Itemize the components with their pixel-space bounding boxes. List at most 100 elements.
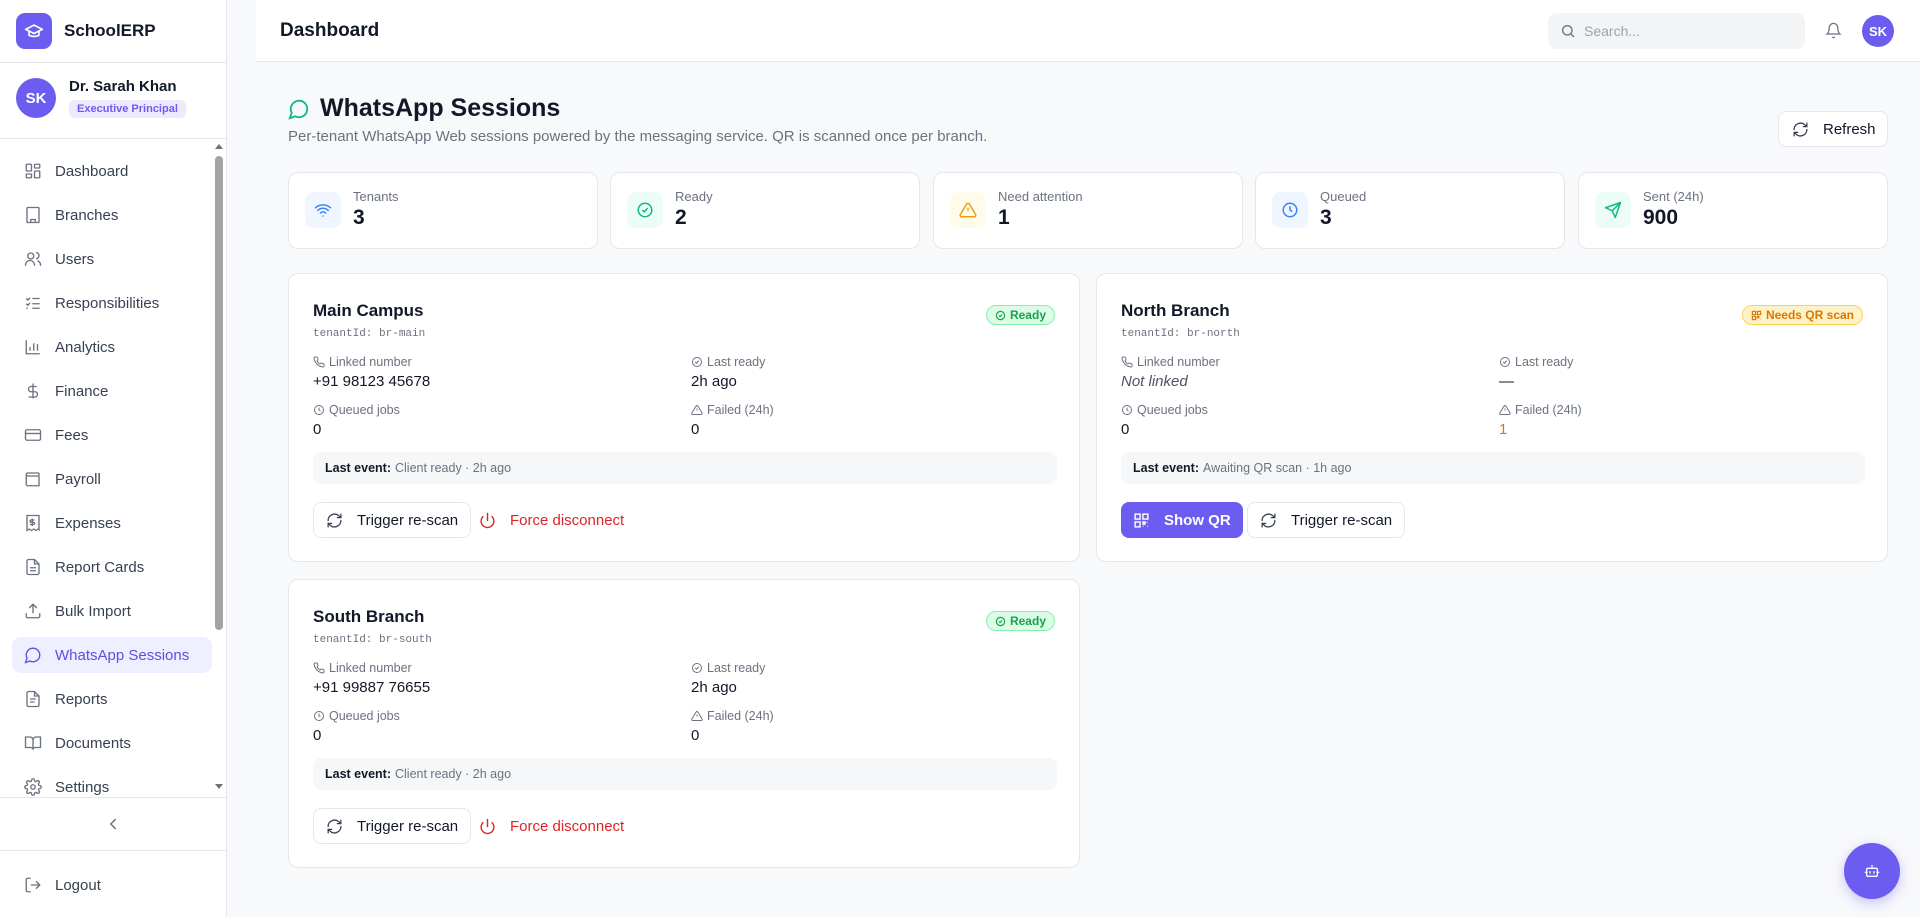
field-label: Failed (24h) <box>1515 403 1582 417</box>
refresh-label: Refresh <box>1823 120 1876 138</box>
scrollbar-thumb[interactable] <box>215 156 223 630</box>
sidebar-item-report-cards[interactable]: Report Cards <box>12 549 212 585</box>
field-label: Last ready <box>1515 355 1574 369</box>
last-event: Last event: Awaiting QR scan · 1h ago <box>1121 452 1865 484</box>
alert-triangle-icon <box>691 404 703 416</box>
force-disconnect-button[interactable]: Force disconnect <box>467 502 636 538</box>
clock-icon <box>1272 192 1308 228</box>
search-input[interactable] <box>1584 23 1784 39</box>
trigger-rescan-button[interactable]: Trigger re-scan <box>1247 502 1406 538</box>
force-disconnect-button[interactable]: Force disconnect <box>467 808 636 844</box>
sidebar-item-branches[interactable]: Branches <box>12 197 212 233</box>
sidebar-item-expenses[interactable]: Expenses <box>12 505 212 541</box>
divider <box>0 797 227 798</box>
graduation-cap-icon <box>16 13 52 49</box>
status-label: Ready <box>1009 308 1046 322</box>
linked-number-value: Not linked <box>1121 373 1188 390</box>
sidebar-item-label: Expenses <box>55 514 121 532</box>
session-name: South Branch <box>313 607 425 626</box>
chevron-left-icon[interactable] <box>104 815 122 833</box>
phone-icon <box>1121 356 1133 368</box>
phone-icon <box>313 356 325 368</box>
sidebar-item-bulk-import[interactable]: Bulk Import <box>12 593 212 629</box>
stat-value: 3 <box>353 206 365 229</box>
sidebar-item-documents[interactable]: Documents <box>12 725 212 761</box>
tenant-id: tenantId: br-main <box>313 328 426 340</box>
user-profile: SK Dr. Sarah Khan Executive Principal <box>16 78 186 118</box>
stat-label: Queued <box>1320 189 1367 204</box>
divider <box>0 62 227 63</box>
refresh-button[interactable]: Refresh <box>1778 111 1888 147</box>
show-qr-button[interactable]: Show QR <box>1121 502 1243 538</box>
check-circle-icon <box>691 356 703 368</box>
sidebar-item-label: Fees <box>55 426 89 444</box>
status-label: Ready <box>1009 614 1046 628</box>
scroll-down-arrow-icon[interactable] <box>215 784 223 789</box>
last-ready-field: Last ready 2h ago <box>691 661 765 696</box>
sidebar: SchoolERP SK Dr. Sarah Khan Executive Pr… <box>0 0 227 917</box>
check-circle-icon <box>995 310 1006 321</box>
sidebar-item-dashboard[interactable]: Dashboard <box>12 153 212 189</box>
sidebar-item-users[interactable]: Users <box>12 241 212 277</box>
assistant-button[interactable] <box>1844 843 1900 899</box>
sidebar-item-settings[interactable]: Settings <box>12 769 212 805</box>
wifi-icon <box>305 192 341 228</box>
queued-jobs-value: 0 <box>313 421 322 438</box>
scroll-up-arrow-icon[interactable] <box>215 144 223 149</box>
last-event-label: Last event: <box>1133 461 1199 475</box>
sidebar-item-fees[interactable]: Fees <box>12 417 212 453</box>
field-label: Linked number <box>1137 355 1220 369</box>
log-out-icon <box>24 876 42 894</box>
upload-icon <box>24 602 42 620</box>
logout-button[interactable]: Logout <box>24 876 101 894</box>
receipt-icon <box>24 514 42 532</box>
linked-number-field: Linked number Not linked <box>1121 355 1220 390</box>
bell-icon[interactable] <box>1825 22 1842 39</box>
stat-value: 900 <box>1643 206 1679 229</box>
power-icon <box>479 512 496 529</box>
last-ready-value: 2h ago <box>691 373 737 390</box>
trigger-rescan-button[interactable]: Trigger re-scan <box>313 808 472 844</box>
alert-triangle-icon <box>1499 404 1511 416</box>
tenant-id: tenantId: br-south <box>313 634 432 646</box>
sidebar-scrollbar[interactable] <box>213 144 223 794</box>
sidebar-item-analytics[interactable]: Analytics <box>12 329 212 365</box>
linked-number-value: +91 99887 76655 <box>313 679 431 696</box>
top-bar: Dashboard SK <box>256 0 1920 62</box>
field-label: Queued jobs <box>1137 403 1208 417</box>
clock-icon <box>313 404 325 416</box>
sidebar-item-responsibilities[interactable]: Responsibilities <box>12 285 212 321</box>
send-icon <box>1595 192 1631 228</box>
clock-icon <box>313 710 325 722</box>
sidebar-item-label: Settings <box>55 778 110 796</box>
field-label: Queued jobs <box>329 403 400 417</box>
status-badge: Needs QR scan <box>1741 305 1863 325</box>
stat-value: 1 <box>998 206 1010 229</box>
session-name: Main Campus <box>313 301 424 320</box>
field-label: Linked number <box>329 661 412 675</box>
button-label: Force disconnect <box>510 511 625 529</box>
user-avatar[interactable]: SK <box>1862 15 1894 47</box>
stat-card-sent: Sent (24h) 900 <box>1578 172 1888 249</box>
sidebar-item-whatsapp-sessions[interactable]: WhatsApp Sessions <box>12 637 212 673</box>
sidebar-item-finance[interactable]: Finance <box>12 373 212 409</box>
last-event-value: Awaiting QR scan · 1h ago <box>1203 461 1352 475</box>
sidebar-item-reports[interactable]: Reports <box>12 681 212 717</box>
queued-jobs-value: 0 <box>1121 421 1130 438</box>
field-label: Last ready <box>707 355 766 369</box>
status-badge: Ready <box>985 611 1055 631</box>
linked-number-field: Linked number +91 99887 76655 <box>313 661 430 696</box>
queued-jobs-field: Queued jobs 0 <box>1121 403 1208 438</box>
search-box[interactable] <box>1548 13 1805 49</box>
refresh-icon <box>326 512 343 529</box>
list-checks-icon <box>24 294 42 312</box>
qr-code-icon <box>1751 310 1762 321</box>
page-title: WhatsApp Sessions <box>320 94 561 122</box>
trigger-rescan-button[interactable]: Trigger re-scan <box>313 502 472 538</box>
stat-value: 2 <box>675 206 687 229</box>
last-event: Last event: Client ready · 2h ago <box>313 452 1057 484</box>
brand[interactable]: SchoolERP <box>16 13 156 49</box>
failed-field: Failed (24h) 1 <box>1499 403 1582 438</box>
sidebar-item-payroll[interactable]: Payroll <box>12 461 212 497</box>
stat-card-need-attention: Need attention 1 <box>933 172 1243 249</box>
